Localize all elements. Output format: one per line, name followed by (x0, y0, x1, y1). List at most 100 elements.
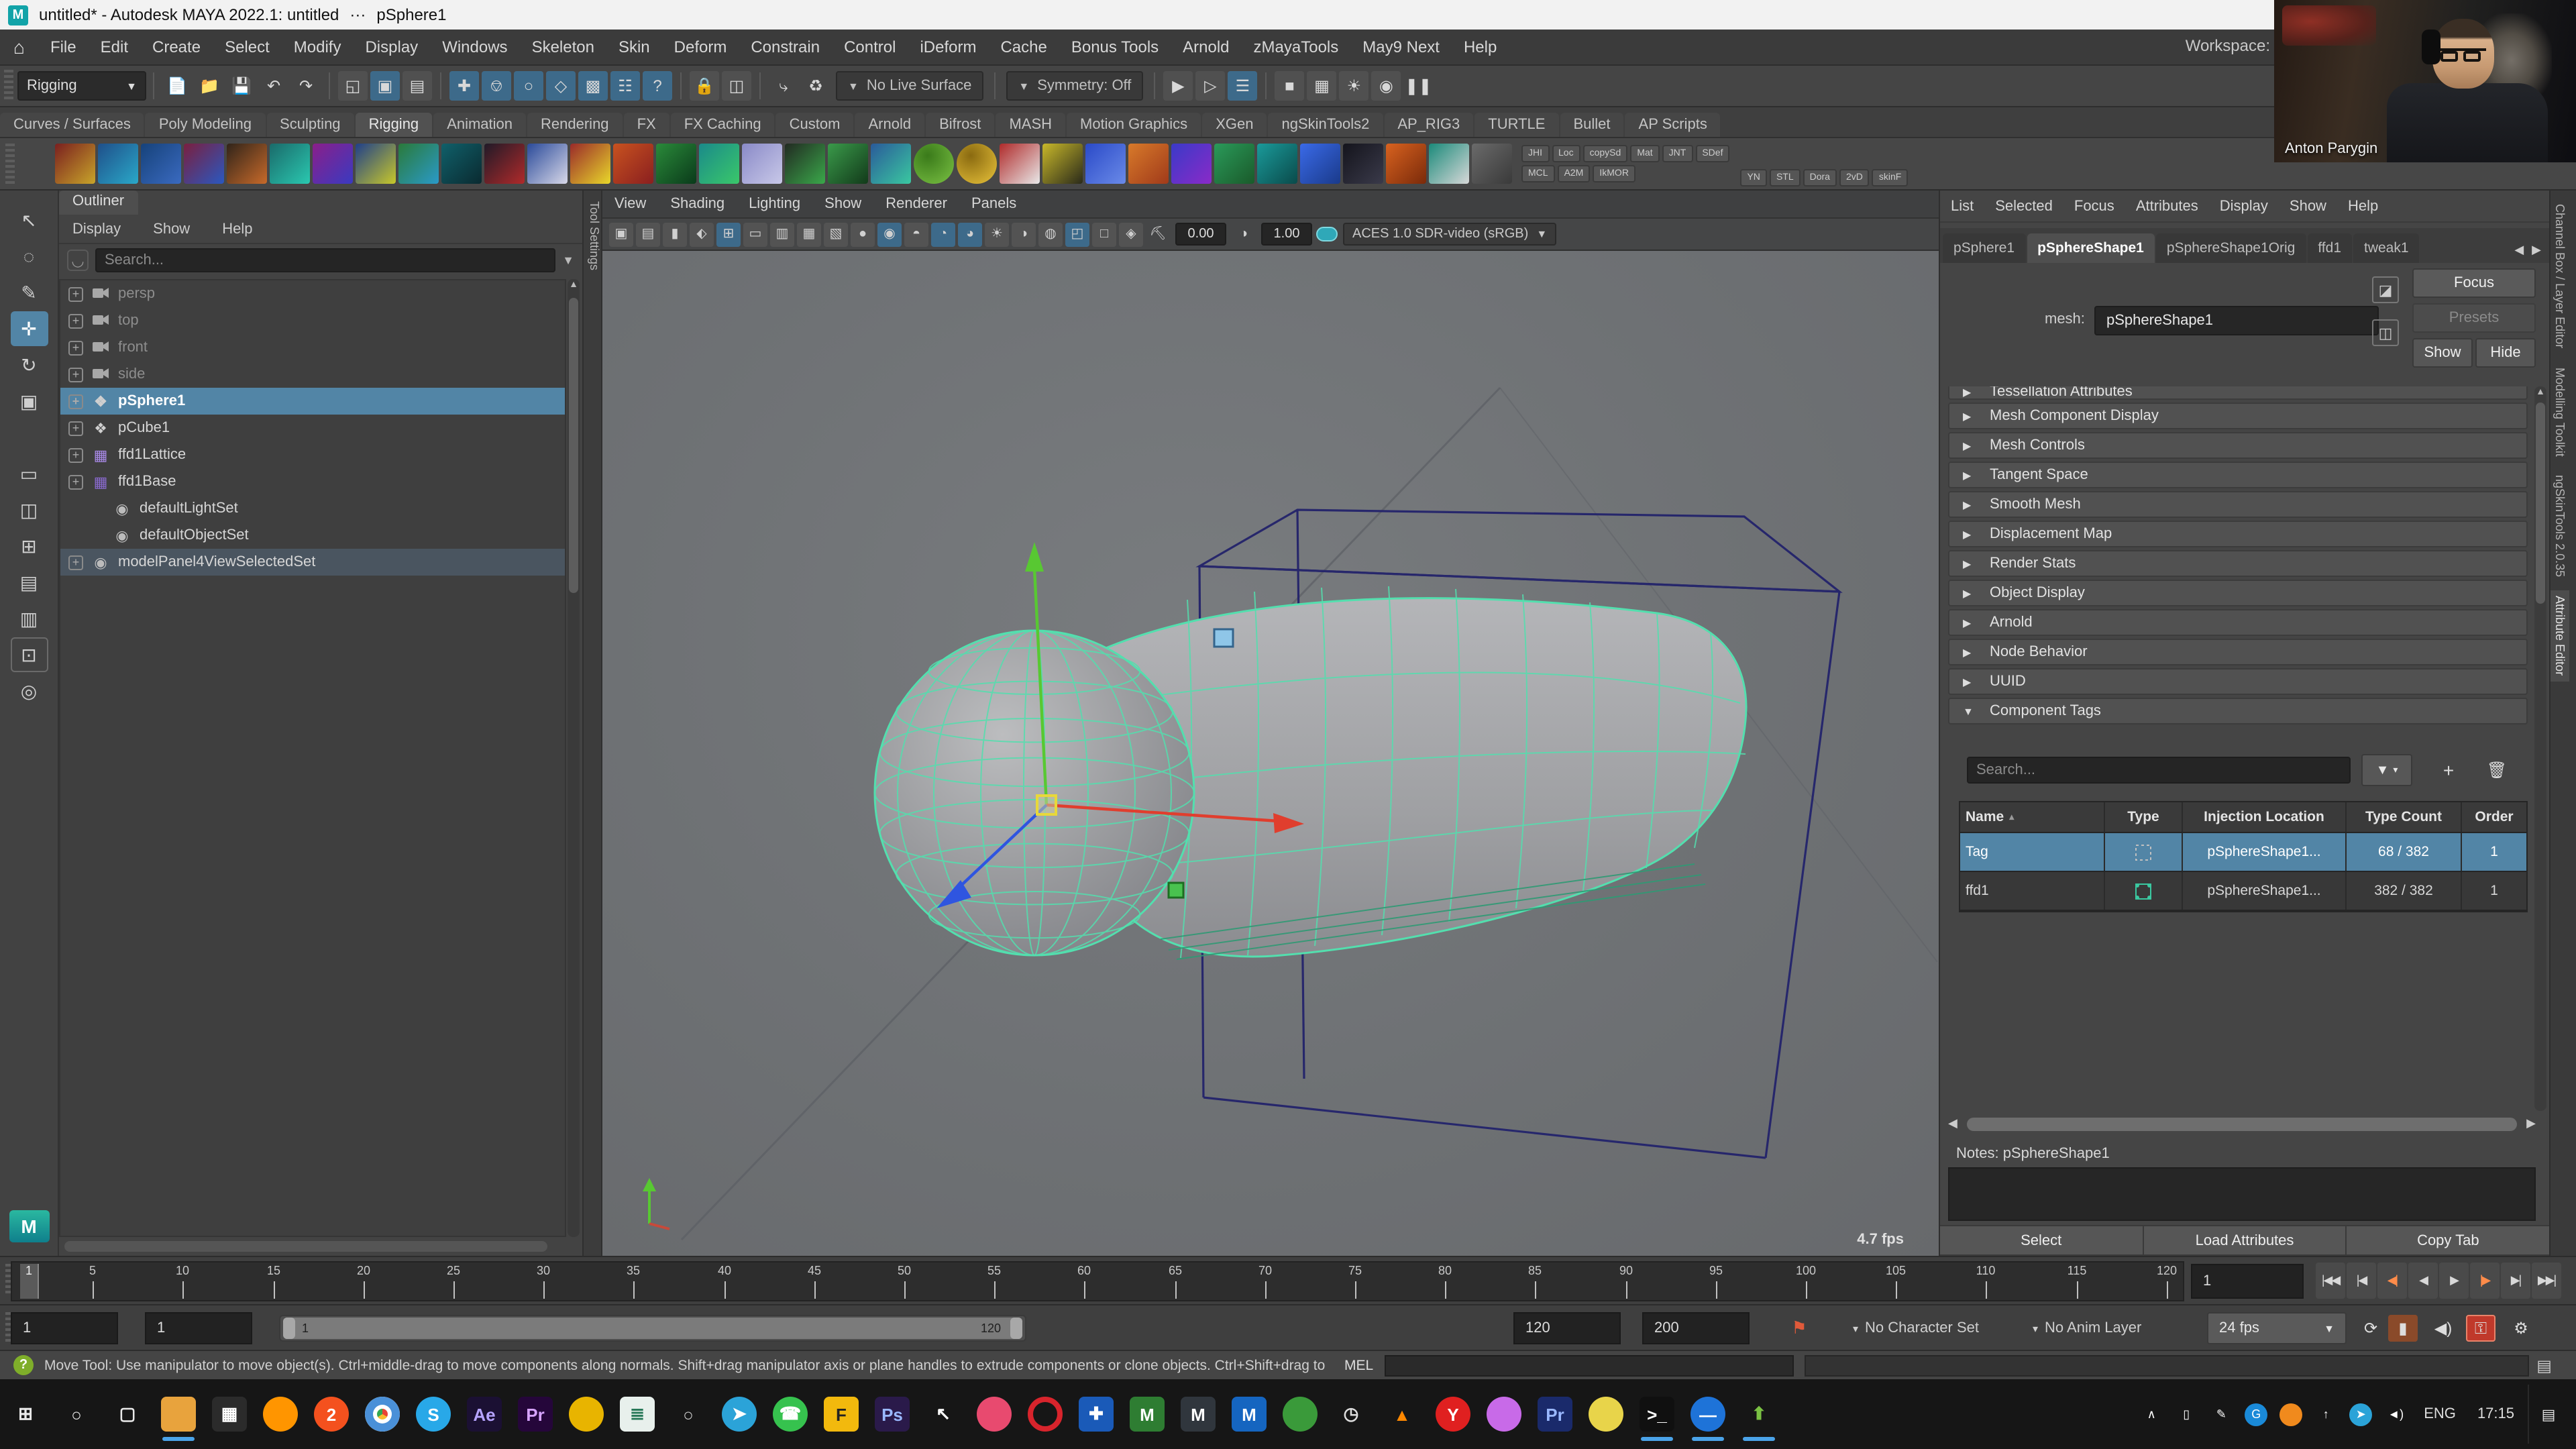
current-frame-field[interactable]: 1 (2191, 1264, 2304, 1299)
hypershade-layout[interactable]: ▥ (10, 601, 48, 636)
zoom-layout[interactable]: ◎ (10, 674, 48, 708)
attribute-editor-scrollbar[interactable]: ▲ (2534, 386, 2546, 1111)
shelf-tab-motion-graphics[interactable]: Motion Graphics (1067, 113, 1201, 137)
shelf-tab-turtle[interactable]: TURTLE (1474, 113, 1558, 137)
gate-mask-icon[interactable]: ▦ (797, 222, 821, 246)
mailru-icon[interactable]: 2 (306, 1385, 357, 1444)
textured-icon[interactable]: ◓ (904, 222, 928, 246)
snap-to-curve-icon[interactable]: ⎊ (482, 71, 511, 101)
joint-xray-icon[interactable]: ◈ (1119, 222, 1143, 246)
step-back-key-button[interactable]: ◀| (2377, 1263, 2407, 1299)
outliner-filter-icon[interactable]: ◡ (67, 250, 89, 271)
redo-icon[interactable]: ↷ (291, 71, 321, 101)
shadows-icon[interactable]: ◑ (1012, 222, 1036, 246)
section-displacement-map[interactable]: ▶Displacement Map (1948, 521, 2528, 547)
aa-icon[interactable]: ◕ (958, 222, 982, 246)
premiere-icon[interactable]: Pr (510, 1385, 561, 1444)
menu-bonus-tools[interactable]: Bonus Tools (1059, 38, 1171, 56)
exposure-field[interactable]: 0.00 (1175, 223, 1226, 246)
cursor-icon[interactable]: ↖ (918, 1385, 969, 1444)
mel-command-input[interactable] (1384, 1354, 1793, 1376)
ae-menu-show[interactable]: Show (2279, 198, 2337, 214)
shelf-tab-rendering[interactable]: Rendering (527, 113, 623, 137)
ae-tab-pSphere1[interactable]: pSphere1 (1943, 233, 2025, 263)
snap-to-plane-icon[interactable]: ◇ (546, 71, 576, 101)
current-frame-marker[interactable]: 1 (20, 1264, 39, 1299)
expand-icon[interactable]: + (68, 394, 83, 409)
component-tags-search-input[interactable] (1967, 757, 2351, 784)
panel-tab-attribute-editor[interactable]: Attribute Editor (2551, 590, 2569, 681)
viewport-menu-lighting[interactable]: Lighting (737, 196, 812, 212)
telegram-tray-icon[interactable]: ➤ (2346, 1399, 2375, 1429)
shelf-tab-bullet[interactable]: Bullet (1560, 113, 1623, 137)
shelf-button[interactable] (441, 144, 482, 184)
shelf-tab-rigging[interactable]: Rigging (356, 113, 433, 137)
step-forward-frame-button[interactable]: ▶| (2501, 1263, 2530, 1299)
range-start-handle[interactable] (283, 1318, 295, 1339)
shelf-button[interactable] (98, 144, 138, 184)
shelf-button[interactable] (141, 144, 181, 184)
ae-tab-pSphereShape1[interactable]: pSphereShape1 (2027, 233, 2155, 263)
mute-audio-icon[interactable]: ◀) (2428, 1315, 2458, 1342)
viewport-menu-show[interactable]: Show (812, 196, 873, 212)
phone-link-icon[interactable]: ▯ (2171, 1399, 2201, 1429)
volume-icon[interactable]: ◄) (2381, 1399, 2410, 1429)
menu-modify[interactable]: Modify (282, 38, 354, 56)
shelf-mini-button-jnt[interactable]: JNT (1662, 145, 1693, 162)
scale-tool[interactable]: ▣ (10, 384, 48, 419)
grid-icon[interactable]: ⊞ (716, 222, 741, 246)
shelf-mini-button-2vd[interactable]: 2vD (1839, 169, 1870, 186)
expand-icon[interactable]: + (68, 340, 83, 355)
focus-button[interactable]: Focus (2412, 268, 2536, 298)
component-tag-row-ffd1[interactable]: ffd1pSphereShape1...382 / 3821 (1960, 872, 2526, 911)
outliner-item-pSphere1[interactable]: +❖pSphere1 (60, 388, 565, 415)
photos-icon[interactable]: ▦ (204, 1385, 255, 1444)
shelf-button[interactable] (398, 144, 439, 184)
shelf-button[interactable] (55, 144, 95, 184)
shelf-button[interactable] (828, 144, 868, 184)
image-plane-icon[interactable]: ⬖ (690, 222, 714, 246)
film-gate-icon[interactable]: ▭ (743, 222, 767, 246)
maya-green-icon[interactable]: M (1122, 1385, 1173, 1444)
expand-icon[interactable]: + (68, 421, 83, 435)
section-node-behavior[interactable]: ▶Node Behavior (1948, 639, 2528, 665)
outliner-item-ffd1Base[interactable]: +▦ffd1Base (60, 468, 565, 495)
hide-button[interactable]: Hide (2475, 338, 2536, 368)
section-arnold[interactable]: ▶Arnold (1948, 609, 2528, 636)
shelf-tab-animation[interactable]: Animation (433, 113, 526, 137)
snap-to-point-icon[interactable]: ○ (514, 71, 543, 101)
badge-icon[interactable] (969, 1385, 1020, 1444)
select-tool[interactable]: ↖ (10, 203, 48, 237)
paint-select-tool[interactable]: ✎ (10, 275, 48, 310)
shelf-button[interactable] (1042, 144, 1083, 184)
section-tessellation-attributes[interactable]: ▶Tessellation Attributes (1948, 386, 2528, 400)
shelf-tab-sculpting[interactable]: Sculpting (266, 113, 354, 137)
toolbar-grip[interactable] (4, 70, 13, 102)
shelf-button[interactable] (699, 144, 739, 184)
outliner-menu-help[interactable]: Help (209, 221, 266, 237)
shelf-mini-button-yn[interactable]: YN (1740, 169, 1766, 186)
drive-icon[interactable] (561, 1385, 612, 1444)
column-header-type-count[interactable]: Type Count (2347, 802, 2462, 832)
ae-tab-tweak1[interactable]: tweak1 (2353, 233, 2420, 263)
shelf-button[interactable] (785, 144, 825, 184)
screen-ao-icon[interactable]: ◍ (1038, 222, 1063, 246)
outliner-item-defaultLightSet[interactable]: ◉defaultLightSet (60, 495, 565, 522)
tab-scroll-left-icon[interactable]: ◀ (2514, 243, 2524, 258)
fps-dropdown[interactable]: 24 fps▼ (2207, 1312, 2347, 1344)
notification-center-icon[interactable]: ▤ (2528, 1385, 2568, 1444)
after-effects-icon[interactable]: Ae (459, 1385, 510, 1444)
menu-skin[interactable]: Skin (606, 38, 662, 56)
column-header-injection-location[interactable]: Injection Location (2183, 802, 2347, 832)
pen-icon[interactable]: ✎ (2206, 1399, 2236, 1429)
component-tags-filter-button[interactable]: ▼▾ (2361, 754, 2412, 786)
new-scene-icon[interactable]: 📄 (162, 71, 192, 101)
shelf-tab-bifrost[interactable]: Bifrost (926, 113, 994, 137)
play-forwards-button[interactable]: ▶ (2439, 1263, 2469, 1299)
lasso-select-tool[interactable]: ◌ (10, 239, 48, 274)
notes-icon[interactable]: ≣ (612, 1385, 663, 1444)
juice-icon[interactable] (1580, 1385, 1631, 1444)
component-tag-row-Tag[interactable]: TagpSphereShape1...68 / 3821 (1960, 833, 2526, 872)
mesh-name-field[interactable]: pSphereShape1 (2094, 306, 2379, 335)
shelf-tab-fx[interactable]: FX (624, 113, 669, 137)
